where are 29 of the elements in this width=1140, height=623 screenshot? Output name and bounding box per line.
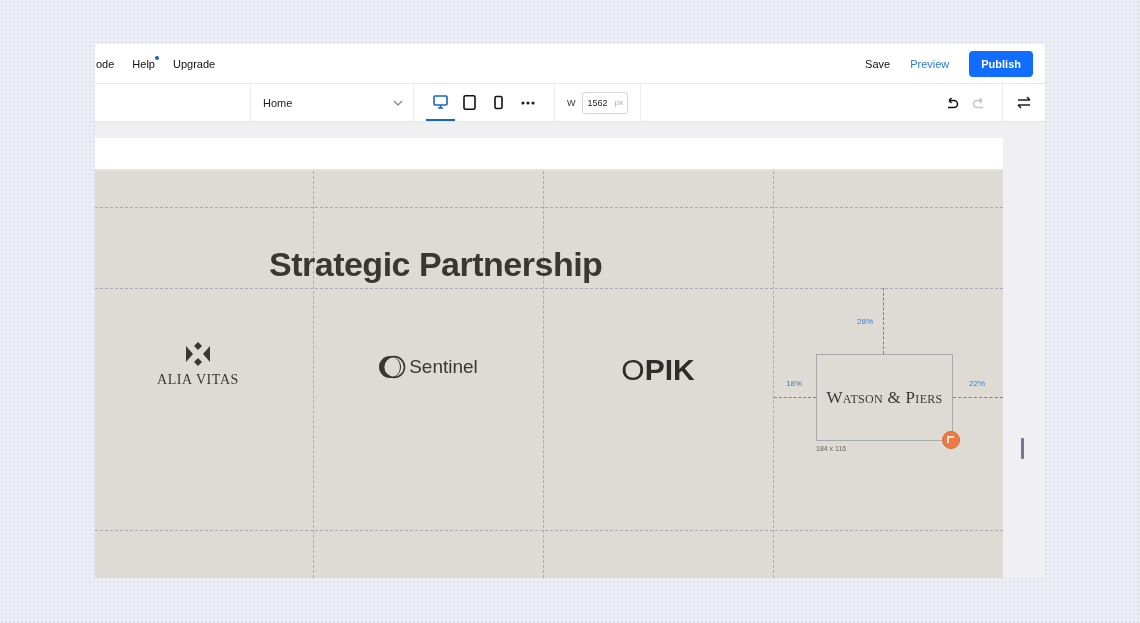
more-icon	[520, 100, 535, 105]
spacing-label: 28%	[857, 317, 873, 326]
logo-text: Sentinel	[409, 356, 478, 378]
page-dropdown[interactable]: Home	[251, 84, 413, 121]
menu-item[interactable]: ode	[96, 57, 115, 70]
save-button[interactable]: Save	[855, 57, 901, 70]
spacing-label: 18%	[786, 379, 802, 388]
section-title: Strategic Partnership	[269, 245, 603, 284]
scroll-handle[interactable]	[1021, 438, 1024, 459]
preview-button[interactable]: Preview	[900, 57, 960, 70]
tablet-icon	[462, 95, 477, 110]
selected-logo[interactable]: Watson & Piers	[816, 354, 953, 441]
chevron-down-icon	[393, 99, 403, 106]
undo-icon[interactable]	[945, 96, 959, 109]
diamond-mark-icon	[186, 342, 210, 366]
corner-icon	[947, 436, 955, 444]
width-field[interactable]: 1562 px	[581, 91, 628, 114]
mobile-icon	[491, 95, 506, 110]
menu-item[interactable]: Help	[132, 57, 155, 70]
ring-logo-icon	[378, 355, 407, 379]
width-label: W	[567, 97, 576, 108]
logo-text: ALIA VITAS	[157, 372, 239, 388]
spacing-label: 22%	[969, 379, 985, 388]
menu-item[interactable]: Upgrade	[173, 57, 216, 70]
resize-handle[interactable]	[942, 431, 960, 449]
publish-button[interactable]: Publish	[969, 50, 1033, 77]
logo-text: Watson & Piers	[826, 387, 943, 408]
desktop-icon	[433, 95, 448, 110]
logo-text: OPIK	[621, 353, 695, 387]
